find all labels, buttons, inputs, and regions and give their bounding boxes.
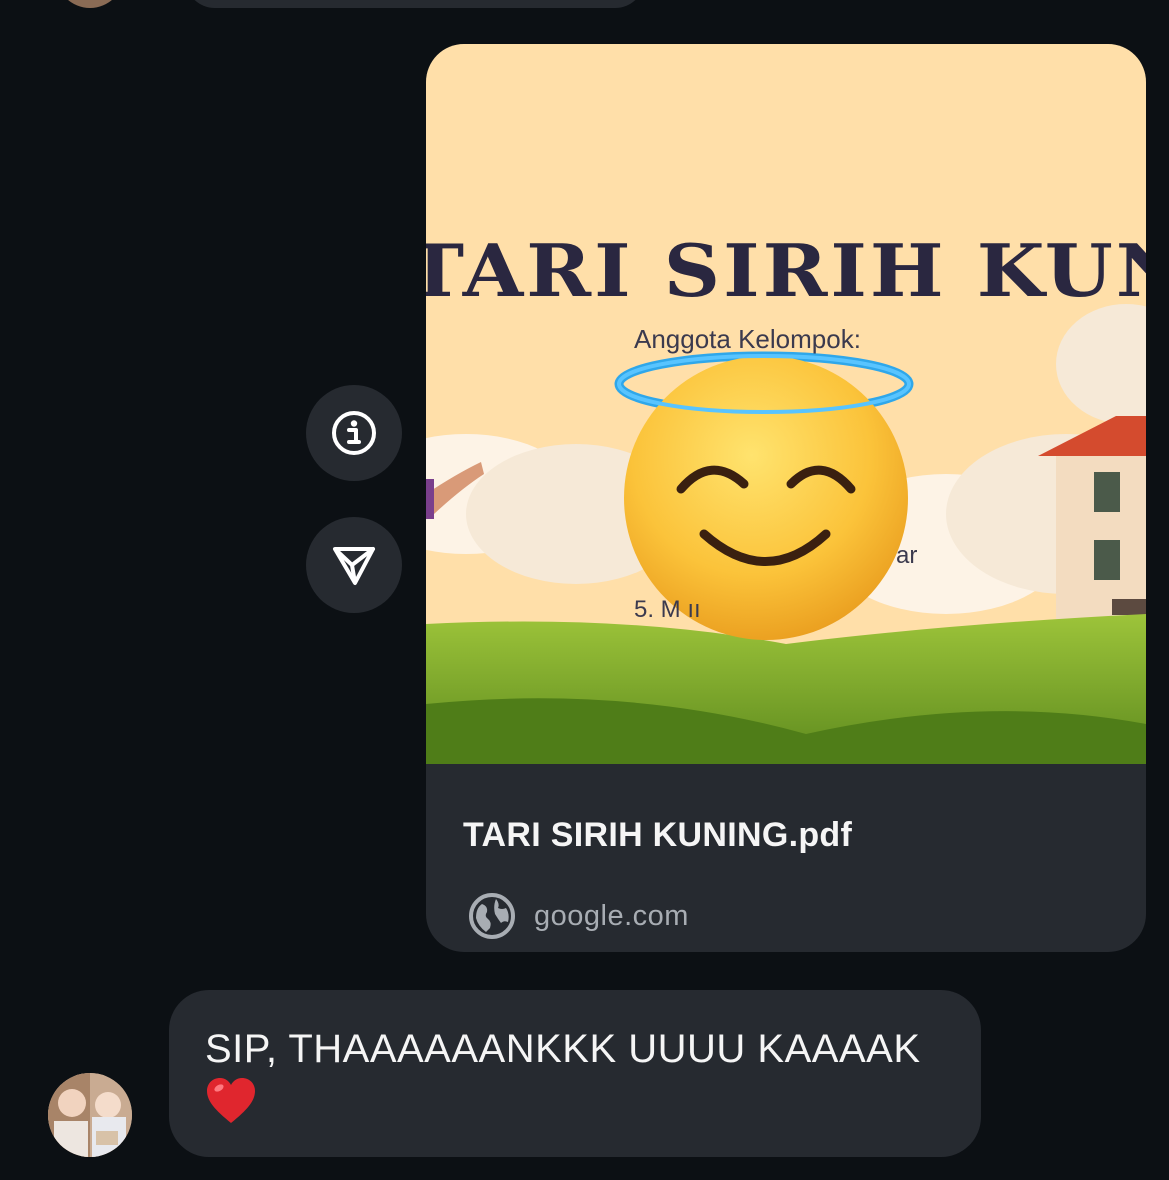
link-preview-card[interactable]: TARI SIRIH KUNING Anggota Kelompok: ar 5… (426, 44, 1146, 952)
sender-avatar[interactable] (48, 1073, 132, 1157)
slide-list-item: 5. M ıı (634, 596, 701, 623)
link-preview-domain: google.com (534, 899, 689, 932)
globe-icon (469, 893, 515, 939)
link-preview-title: TARI SIRIH KUNING.pdf (463, 816, 853, 854)
slide-subtitle: Anggota Kelompok: (634, 324, 861, 354)
avatar-photo (48, 1073, 132, 1157)
slide-title: TARI SIRIH KUNING (426, 229, 1146, 314)
link-preview-thumbnail: TARI SIRIH KUNING Anggota Kelompok: ar 5… (426, 44, 1146, 764)
message-info-button[interactable] (306, 385, 402, 481)
link-preview-footer: TARI SIRIH KUNING.pdf google.com (426, 764, 1146, 952)
link-preview-source: google.com (468, 892, 689, 940)
info-circle-icon (332, 411, 376, 455)
previous-message-bubble[interactable] (185, 0, 645, 8)
message-text: SIP, THAAAAAANKKK UUUU KAAAAK (205, 1024, 945, 1126)
chat-thread: TARI SIRIH KUNING Anggota Kelompok: ar 5… (0, 0, 1169, 1180)
forward-button[interactable] (306, 517, 402, 613)
slide-list-text: ar (896, 542, 918, 569)
received-message-bubble[interactable]: SIP, THAAAAAANKKK UUUU KAAAAK (169, 990, 981, 1157)
message-body: SIP, THAAAAAANKKK UUUU KAAAAK (205, 1027, 921, 1071)
slide-illustration (426, 304, 1146, 764)
send-icon (333, 547, 375, 585)
red-heart-emoji-icon (207, 1078, 255, 1124)
previous-sender-avatar[interactable] (56, 0, 124, 8)
